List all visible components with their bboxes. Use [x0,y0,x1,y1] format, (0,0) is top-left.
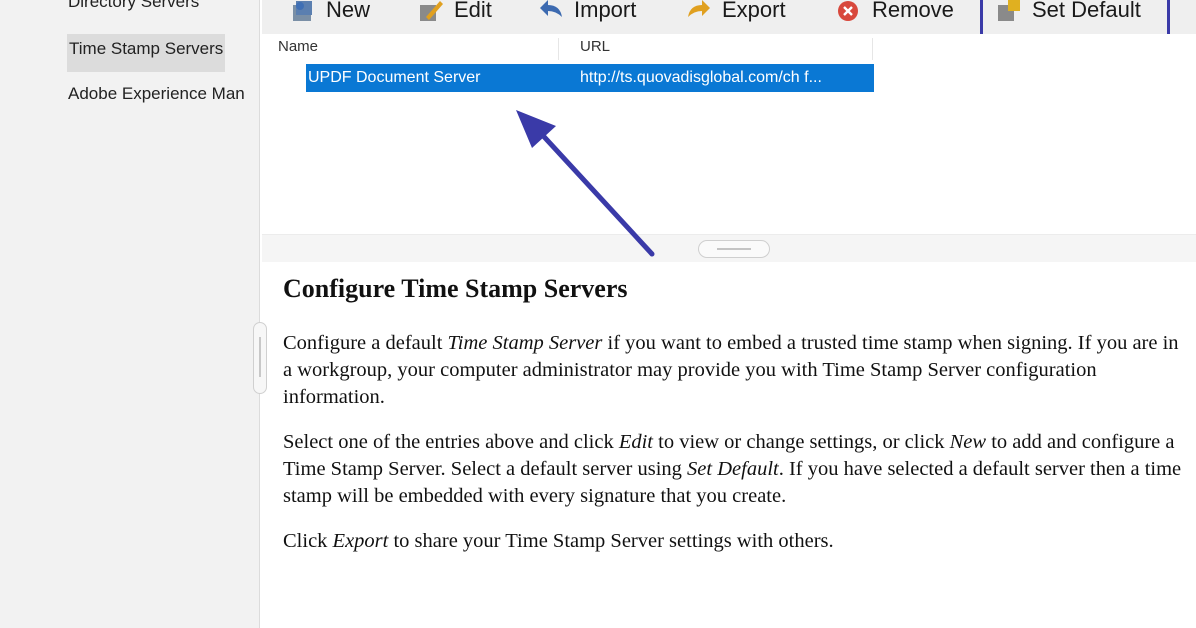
import-button-label: Import [574,0,637,22]
remove-button-label: Remove [872,0,954,22]
help-paragraph-2: Select one of the entries above and clic… [283,431,1182,507]
import-button[interactable]: Import [538,0,636,30]
help-paragraph-3: Click Export to share your Time Stamp Se… [283,530,834,552]
horizontal-splitter-handle[interactable] [698,240,770,258]
column-divider[interactable] [872,38,873,60]
column-header-name[interactable]: Name [278,38,318,55]
sidebar-item-adobe-experience-manager[interactable]: Adobe Experience Man [68,84,250,104]
help-panel: Configure Time Stamp Servers Configure a… [283,270,1183,573]
server-table: Name URL UPDF Document Server http://ts.… [262,34,1196,234]
sidebar-item-directory-servers[interactable]: Directory Servers [68,0,250,12]
column-header-url[interactable]: URL [580,38,610,55]
export-button-label: Export [722,0,786,22]
new-button-label: New [326,0,371,22]
column-divider[interactable] [558,38,559,60]
sidebar-item-time-stamp-servers[interactable]: Time Stamp Servers [67,34,225,72]
remove-icon [836,0,862,23]
new-button[interactable]: New [290,0,370,30]
row-url-cell: http://ts.quovadisglobal.com/ch f... [580,69,822,86]
export-icon [686,0,712,23]
vertical-splitter-handle[interactable] [253,322,267,394]
sidebar: Directory Servers Time Stamp Servers Ado… [0,0,260,628]
edit-button[interactable]: Edit [418,0,492,30]
new-icon [290,0,316,23]
edit-icon [418,0,444,23]
table-row[interactable]: UPDF Document Server http://ts.quovadisg… [306,64,874,92]
help-title: Configure Time Stamp Servers [283,274,628,303]
help-paragraph-1: Configure a default Time Stamp Server if… [283,332,1179,408]
row-name-cell: UPDF Document Server [308,69,481,86]
export-button[interactable]: Export [686,0,786,30]
remove-button[interactable]: Remove [836,0,954,30]
import-icon [538,0,564,23]
edit-button-label: Edit [454,0,492,22]
